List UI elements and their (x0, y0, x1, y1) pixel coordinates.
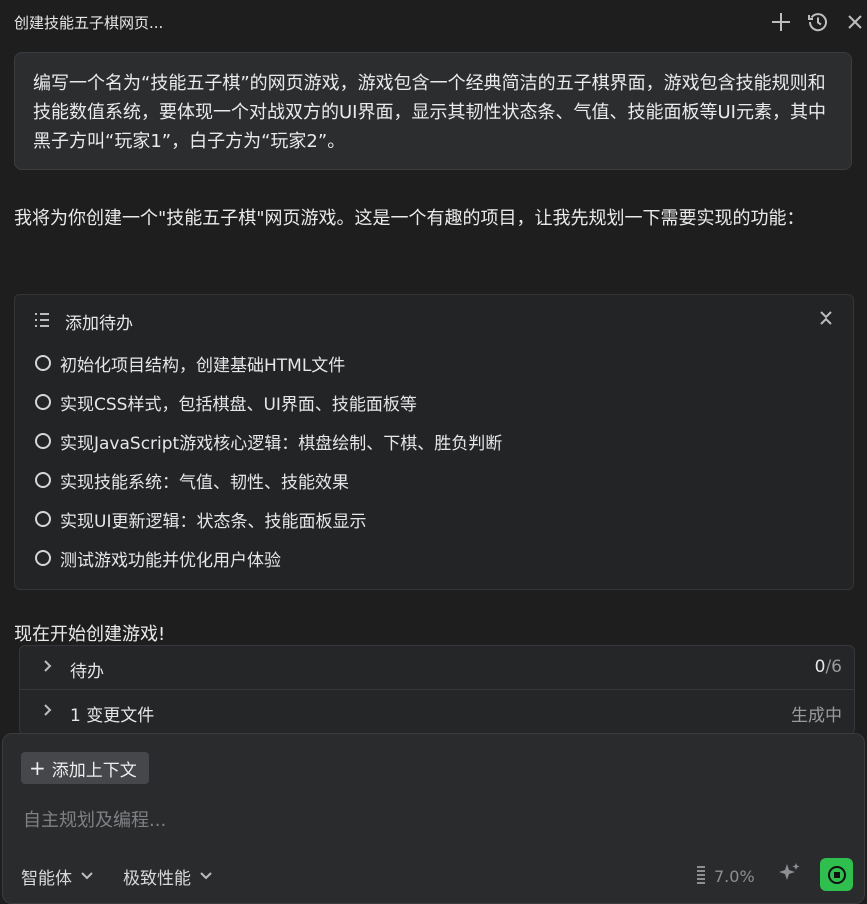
todo-item-label: 实现JavaScript游戏核心逻辑：棋盘绘制、下棋、胜负判断 (60, 433, 503, 454)
checkbox-circle-icon[interactable] (35, 550, 51, 566)
usage-bars-icon (696, 864, 706, 888)
add-context-label: 添加上下文 (51, 760, 137, 781)
chat-title: 创建技能五子棋网页... (14, 14, 164, 32)
add-context-button[interactable]: + 添加上下文 (21, 752, 149, 784)
history-icon[interactable] (805, 9, 831, 35)
todo-item[interactable]: 实现UI更新逻辑：状态条、技能面板显示 (35, 507, 367, 532)
files-collapsible-row[interactable]: 1 变更文件 生成中 (20, 690, 854, 733)
chevron-down-icon (80, 867, 94, 887)
todo-item-label: 实现CSS样式，包括棋盘、UI界面、技能面板等 (60, 394, 417, 415)
todos-done-count: 0 (814, 657, 826, 677)
todos-progress: 0/6 (815, 657, 842, 677)
todo-item[interactable]: 初始化项目结构，创建基础HTML文件 (35, 351, 346, 376)
checkbox-circle-icon[interactable] (35, 472, 51, 488)
plus-icon: + (29, 756, 46, 780)
agent-select[interactable]: 智能体 (21, 864, 94, 889)
start-creating-text: 现在开始创建游戏! (14, 624, 166, 645)
stop-icon (827, 865, 846, 884)
todos-row-label: 待办 (70, 662, 104, 682)
collapsible-panel: 待办 0/6 1 变更文件 生成中 (19, 645, 855, 735)
todo-item-label: 初始化项目结构，创建基础HTML文件 (60, 355, 346, 376)
todo-item[interactable]: 实现JavaScript游戏核心逻辑：棋盘绘制、下棋、胜负判断 (35, 429, 503, 454)
todo-item-label: 实现技能系统：气值、韧性、技能效果 (60, 472, 349, 493)
todo-item-label: 实现UI更新逻辑：状态条、技能面板显示 (60, 511, 367, 532)
composer: + 添加上下文 智能体 极致性能 7.0% (2, 733, 865, 904)
context-usage: 7.0% (696, 864, 755, 888)
todo-card-title: 添加待办 (65, 314, 133, 334)
plus-icon[interactable] (768, 9, 794, 35)
prompt-input[interactable] (21, 804, 825, 836)
agent-select-label: 智能体 (21, 869, 72, 889)
files-status: 生成中 (791, 706, 842, 726)
todo-item[interactable]: 测试游戏功能并优化用户体验 (35, 546, 281, 571)
usage-percent: 7.0% (714, 866, 755, 886)
assistant-reply-text: 我将为你创建一个"技能五子棋"网页游戏。这是一个有趣的项目，让我先规划一下需要实… (14, 208, 805, 229)
todos-collapsible-row[interactable]: 待办 0/6 (20, 646, 854, 689)
todos-total-count: /6 (825, 657, 842, 677)
chevron-right-icon (40, 658, 54, 677)
user-prompt-bubble: 编写一个名为“技能五子棋”的网页游戏，游戏包含一个经典简洁的五子棋界面，游戏包含… (14, 52, 852, 170)
sparkle-icon[interactable] (777, 861, 801, 889)
files-row-label: 1 变更文件 (70, 706, 155, 726)
chat-header: 创建技能五子棋网页... (0, 0, 867, 44)
todo-item[interactable]: 实现技能系统：气值、韧性、技能效果 (35, 468, 349, 493)
todo-item-label: 测试游戏功能并优化用户体验 (60, 550, 281, 571)
chevron-down-icon (199, 867, 213, 887)
collapse-icon[interactable] (817, 309, 835, 331)
mode-select[interactable]: 极致性能 (123, 864, 213, 889)
chevron-right-icon (40, 702, 54, 721)
list-icon (33, 311, 51, 333)
checkbox-circle-icon[interactable] (35, 394, 51, 410)
mode-select-label: 极致性能 (123, 869, 191, 889)
stop-generating-button[interactable] (820, 858, 853, 891)
user-prompt-text: 编写一个名为“技能五子棋”的网页游戏，游戏包含一个经典简洁的五子棋界面，游戏包含… (33, 73, 826, 152)
close-icon[interactable] (842, 9, 867, 35)
todo-item[interactable]: 实现CSS样式，包括棋盘、UI界面、技能面板等 (35, 390, 417, 415)
todo-card: 添加待办 初始化项目结构，创建基础HTML文件 实现CSS样式，包括棋盘、UI界… (14, 294, 854, 590)
checkbox-circle-icon[interactable] (35, 433, 51, 449)
checkbox-circle-icon[interactable] (35, 355, 51, 371)
checkbox-circle-icon[interactable] (35, 511, 51, 527)
